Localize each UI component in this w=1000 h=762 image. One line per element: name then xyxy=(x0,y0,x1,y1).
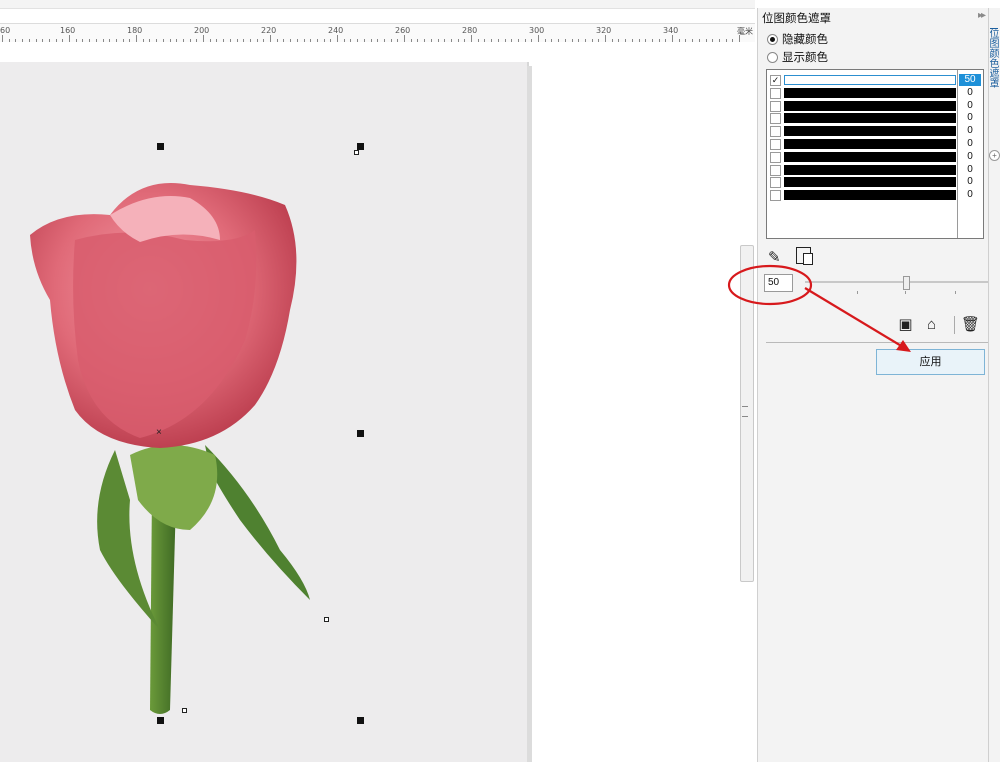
node-handle[interactable] xyxy=(324,617,329,622)
radio-show-colors[interactable]: 显示颜色 xyxy=(767,49,828,65)
color-row-checkbox[interactable] xyxy=(770,139,781,150)
ruler-tick xyxy=(337,35,338,42)
add-docker-icon[interactable]: + xyxy=(989,150,1000,161)
ruler-tick xyxy=(69,35,70,42)
color-tolerance-value: 0 xyxy=(967,138,973,149)
horizontal-ruler[interactable]: 60 160 180 200 220 240 260 280 300 320 3… xyxy=(0,23,755,43)
color-tolerance-value: 0 xyxy=(967,189,973,201)
color-list[interactable]: ✓ 50 0 0 0 0 0 0 0 0 0 xyxy=(766,69,984,239)
docker-tab-strip[interactable]: 位图颜色遮罩 + xyxy=(987,8,1000,762)
color-swatch[interactable] xyxy=(784,190,956,201)
delete-icon[interactable]: 🗑 xyxy=(961,316,980,333)
selection-handle-top-left[interactable] xyxy=(157,143,164,150)
ruler-tick xyxy=(471,35,472,42)
color-swatch[interactable] xyxy=(784,100,956,111)
menu-strip xyxy=(0,0,755,9)
selection-handle-top-right[interactable] xyxy=(357,143,364,150)
ruler-tick xyxy=(739,35,740,42)
color-swatch[interactable] xyxy=(784,151,956,162)
color-swatch[interactable] xyxy=(784,75,956,85)
color-swatch[interactable] xyxy=(784,87,956,98)
ruler-label: 340 xyxy=(663,26,679,35)
color-row[interactable]: 0 xyxy=(767,151,983,163)
color-row-checkbox[interactable] xyxy=(770,87,781,99)
double-chevron-right-icon[interactable]: ▸▸ xyxy=(978,10,986,21)
selection-handle-bottom-left[interactable] xyxy=(157,717,164,724)
color-tolerance-value: 0 xyxy=(967,125,973,137)
selection-handle-middle-right[interactable] xyxy=(357,430,364,437)
ruler-label: 240 xyxy=(328,26,344,35)
ruler-label: 60 xyxy=(0,26,11,35)
ruler-label: 300 xyxy=(529,26,545,35)
color-row-checkbox[interactable] xyxy=(770,177,781,189)
color-row[interactable]: 0 xyxy=(767,176,983,189)
color-row-checkbox[interactable] xyxy=(770,126,781,138)
docker-tab-label[interactable]: 位图颜色遮罩 xyxy=(987,28,1000,88)
radio-button-icon[interactable] xyxy=(767,51,778,63)
color-tolerance-value: 0 xyxy=(967,150,973,162)
color-row[interactable]: 0 xyxy=(767,100,983,112)
radio-hide-colors[interactable]: 隐藏颜色 xyxy=(767,31,828,47)
color-row[interactable]: 0 xyxy=(767,164,983,176)
ruler-label: 280 xyxy=(462,26,478,35)
color-swatch[interactable] xyxy=(784,164,956,175)
color-row[interactable]: 0 xyxy=(767,87,983,99)
annotation-circle xyxy=(727,264,813,306)
color-row-checkbox[interactable] xyxy=(770,164,781,176)
docker-title: 位图颜色遮罩 xyxy=(762,13,831,25)
color-row[interactable]: 0 xyxy=(767,125,983,138)
divider xyxy=(954,316,955,334)
color-tolerance-value: 0 xyxy=(967,99,973,111)
color-tolerance-value: 0 xyxy=(967,176,973,188)
color-swatch[interactable] xyxy=(784,113,956,124)
color-swatch[interactable] xyxy=(784,139,956,149)
color-row-checkbox[interactable] xyxy=(770,113,781,125)
rose-hip xyxy=(130,445,218,530)
radio-hide-label: 隐藏颜色 xyxy=(782,34,828,46)
page-shadow xyxy=(527,66,532,762)
scrollbar-grip-icon[interactable] xyxy=(742,406,748,417)
color-row[interactable]: 0 xyxy=(767,112,983,125)
ruler-label: 220 xyxy=(261,26,277,35)
radio-show-label: 显示颜色 xyxy=(782,52,828,64)
color-swatch[interactable] xyxy=(784,126,956,137)
color-row[interactable]: 0 xyxy=(767,189,983,202)
ruler-label: 200 xyxy=(194,26,210,35)
annotation-arrowhead xyxy=(896,340,911,352)
ruler-label: 320 xyxy=(596,26,612,35)
slider-tick xyxy=(955,291,956,294)
color-row-checkbox[interactable] xyxy=(770,190,781,202)
color-tolerance-value: 50 xyxy=(959,74,981,86)
color-row-checkbox[interactable] xyxy=(770,151,781,163)
ruler-tick xyxy=(2,35,3,42)
node-handle[interactable] xyxy=(354,150,359,155)
ruler-label: 180 xyxy=(127,26,143,35)
color-row-checkbox[interactable] xyxy=(770,100,781,112)
color-row-checkbox[interactable]: ✓ xyxy=(770,75,781,86)
ruler-label: 160 xyxy=(60,26,76,35)
center-marker-icon[interactable]: × xyxy=(156,427,162,438)
ruler-tick xyxy=(605,35,606,42)
annotation-arrow-line xyxy=(804,287,909,351)
color-row[interactable]: 0 xyxy=(767,138,983,150)
ruler-tick xyxy=(270,35,271,42)
selection-handle-bottom-right[interactable] xyxy=(357,717,364,724)
ruler-tick xyxy=(672,35,673,42)
node-handle[interactable] xyxy=(182,708,187,713)
color-swatch[interactable] xyxy=(784,177,956,188)
ruler-tick xyxy=(203,35,204,42)
sepal-right xyxy=(205,445,310,600)
ruler-tick xyxy=(136,35,137,42)
rose-bitmap[interactable] xyxy=(20,170,320,730)
color-tolerance-value: 0 xyxy=(967,163,973,175)
color-tolerance-value: 0 xyxy=(967,112,973,124)
red-annotation xyxy=(727,264,911,352)
ruler-tick xyxy=(538,35,539,42)
color-tolerance-value: 0 xyxy=(967,86,973,98)
bitmap-color-mask-docker: 位图颜色遮罩 ▸▸ 隐藏颜色 显示颜色 ✓ 50 0 0 0 0 0 0 0 0 0 ✎ 50 ▣ … xyxy=(757,8,988,762)
radio-button-icon[interactable] xyxy=(767,33,778,45)
ruler-label: 260 xyxy=(395,26,411,35)
ruler-tick xyxy=(404,35,405,42)
color-row[interactable]: ✓ 50 xyxy=(767,74,983,86)
